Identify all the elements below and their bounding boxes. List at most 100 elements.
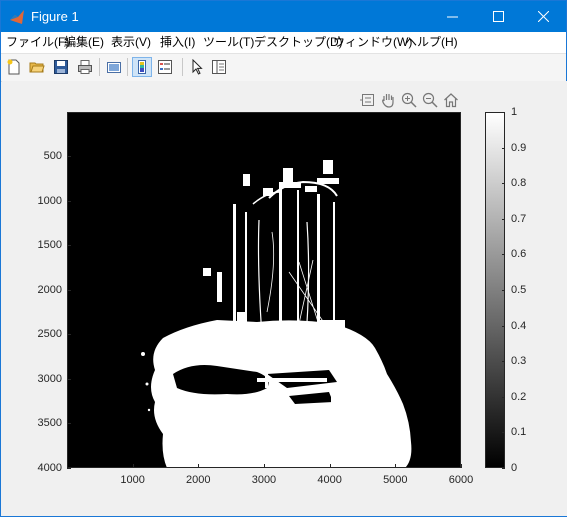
- x-tick-mark: [263, 464, 265, 468]
- colorbar-tick-mark: [502, 468, 505, 469]
- top-cap: [323, 160, 333, 174]
- colorbar-tick-label: 0.4: [511, 319, 527, 332]
- colorbar-tick-mark: [502, 112, 505, 113]
- x-tick-mark: [329, 464, 331, 468]
- y-tick-mark: [67, 289, 71, 291]
- menu-window[interactable]: ウィンドウ(W): [333, 35, 412, 50]
- toolbar-separator: [99, 58, 100, 76]
- data-tips-button[interactable]: [358, 91, 376, 109]
- x-tick-label: 4000: [317, 474, 342, 486]
- mid-block: [217, 272, 222, 302]
- menu-edit[interactable]: 編集(E): [64, 35, 104, 50]
- close-button[interactable]: [520, 1, 566, 32]
- mid-block: [271, 322, 287, 356]
- x-tick-label: 3000: [251, 474, 277, 486]
- pan-button[interactable]: [379, 91, 397, 109]
- colorbar-tick-label: 1: [511, 106, 518, 118]
- axes-toolbar: [0, 91, 567, 111]
- property-inspector-icon: [212, 60, 226, 74]
- open-file-icon: [29, 62, 45, 73]
- mid-block: [211, 336, 229, 350]
- speck: [147, 408, 151, 412]
- speck: [141, 352, 145, 356]
- menu-insert[interactable]: 挿入(I): [160, 35, 195, 50]
- property-inspector-button[interactable]: [209, 57, 229, 77]
- y-tick-mark: [67, 334, 71, 336]
- x-tick-label: 5000: [383, 474, 408, 486]
- home-icon: [444, 93, 458, 108]
- new-figure-button[interactable]: [4, 57, 24, 77]
- top-cap: [279, 182, 301, 188]
- menu-desktop[interactable]: デスクトップ(D): [254, 35, 343, 50]
- y-tick-mark: [67, 378, 71, 380]
- open-file-button[interactable]: [27, 57, 47, 77]
- window-title: Figure 1: [31, 9, 79, 24]
- y-tick-label: 1000: [37, 194, 62, 207]
- menu-bar: ファイル(F) 編集(E) 表示(V) 挿入(I) ツール(T) デスクトップ(…: [1, 32, 566, 53]
- mid-block: [237, 312, 245, 352]
- print-icon: [78, 60, 92, 74]
- save-icon: [54, 60, 68, 74]
- home-button[interactable]: [442, 91, 460, 109]
- frame-post: [233, 204, 236, 364]
- y-tick-label: 1500: [37, 239, 62, 252]
- minimize-button[interactable]: [429, 1, 475, 32]
- zoom-in-button[interactable]: [400, 91, 418, 109]
- zoom-out-icon: [422, 92, 438, 108]
- colorbar-tick-mark: [502, 147, 505, 149]
- menu-view[interactable]: 表示(V): [111, 35, 151, 50]
- colorbar-tick-label: 0: [511, 462, 518, 474]
- y-tick-label: 4000: [37, 462, 62, 474]
- x-tick-mark: [395, 464, 397, 468]
- colorbar-tick-label: 0.2: [511, 390, 527, 403]
- y-tick-mark: [67, 245, 71, 247]
- zoom-out-button[interactable]: [421, 91, 439, 109]
- toolbar-separator: [182, 58, 183, 76]
- edit-plot-button[interactable]: [187, 57, 207, 77]
- binary-image: [67, 112, 461, 468]
- y-tick-mark: [67, 156, 71, 158]
- speck: [145, 382, 149, 386]
- pan-icon: [382, 94, 394, 108]
- x-tick-mark: [461, 464, 462, 468]
- y-tick-label: 3000: [37, 372, 62, 385]
- top-cap: [283, 168, 293, 182]
- insert-legend-button[interactable]: [155, 57, 175, 77]
- colorbar-tick-label: 0.3: [511, 355, 527, 368]
- y-tick-label: 2000: [37, 283, 62, 296]
- y-tick-mark: [67, 200, 71, 202]
- top-cap: [317, 178, 339, 184]
- new-figure-icon: [7, 59, 20, 75]
- print-button[interactable]: [75, 57, 95, 77]
- menu-tools[interactable]: ツール(T): [203, 35, 254, 50]
- toolbar-separator: [127, 58, 128, 76]
- insert-colorbar-button[interactable]: [132, 57, 152, 77]
- x-tick-label: 1000: [120, 474, 145, 486]
- top-cap: [305, 186, 317, 192]
- y-tick-label: 2500: [37, 328, 62, 341]
- colorbar-tick-mark: [502, 396, 505, 398]
- title-bar[interactable]: Figure 1: [1, 1, 566, 32]
- link-plot-button[interactable]: [104, 57, 124, 77]
- speck: [315, 430, 319, 434]
- data-tips-icon: [360, 94, 374, 106]
- colorbar-tick-mark: [502, 432, 505, 434]
- insert-legend-icon: [158, 60, 172, 74]
- y-tick-label: 500: [43, 150, 62, 163]
- mid-block: [319, 320, 345, 350]
- save-button[interactable]: [51, 57, 71, 77]
- image-plot[interactable]: [67, 112, 461, 468]
- menu-help[interactable]: ヘルプ(H): [405, 35, 458, 50]
- y-tick-mark: [67, 423, 71, 425]
- colorbar-tick-label: 0.6: [511, 248, 527, 261]
- menu-file[interactable]: ファイル(F): [6, 35, 69, 50]
- y-tick-mark: [67, 468, 71, 469]
- matlab-logo-icon: [10, 10, 24, 24]
- x-tick-mark: [132, 464, 134, 468]
- colorbar-tick-label: 0.7: [511, 212, 527, 225]
- colorbar-tick-mark: [502, 361, 505, 363]
- maximize-button[interactable]: [475, 1, 521, 32]
- frame-post: [297, 190, 299, 362]
- x-tick-label: 6000: [448, 474, 474, 486]
- colorbar-tick-mark: [502, 325, 505, 327]
